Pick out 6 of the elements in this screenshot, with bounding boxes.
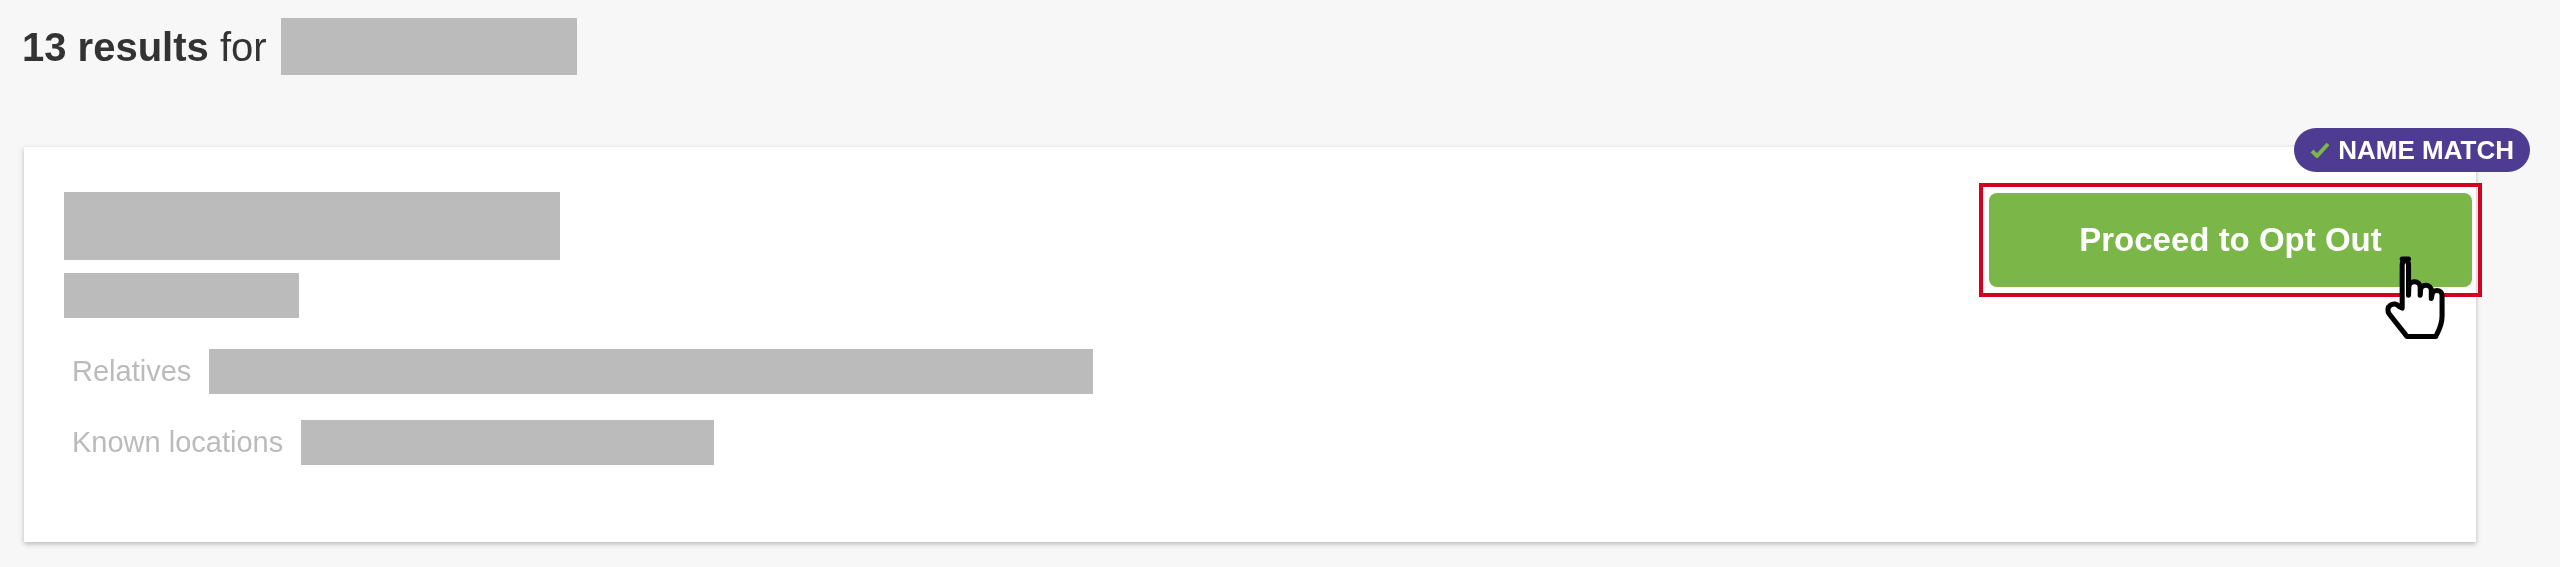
- check-icon: [2310, 142, 2331, 158]
- field-label: Relatives: [72, 355, 192, 388]
- results-heading: 13 results for: [22, 24, 267, 70]
- opt-out-button[interactable]: Proceed to Opt Out: [1989, 193, 2472, 287]
- field-label: Known locations: [72, 426, 284, 459]
- badge-label: NAME MATCH: [2338, 134, 2514, 166]
